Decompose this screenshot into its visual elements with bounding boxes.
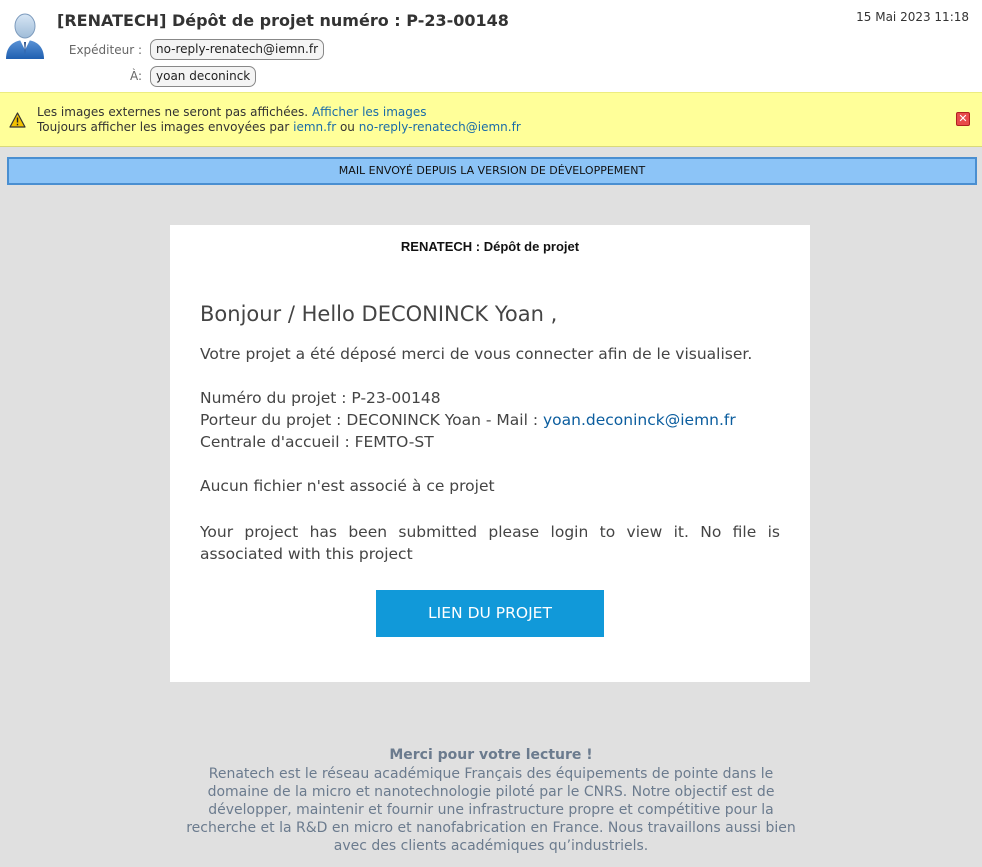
show-images-link[interactable]: Afficher les images — [312, 105, 427, 119]
warning-text: Les images externes ne seront pas affich… — [37, 105, 309, 119]
always-show-text: Toujours afficher les images envoyées pa… — [37, 120, 290, 134]
owner-email-link[interactable]: yoan.deconinck@iemn.fr — [543, 411, 736, 429]
owner-text: Porteur du projet : DECONINCK Yoan - Mai… — [200, 411, 543, 429]
project-link-button[interactable]: LIEN DU PROJET — [376, 590, 604, 637]
message-date: 15 Mai 2023 11:18 — [856, 10, 969, 24]
email-card: RENATECH : Dépôt de projet Bonjour / Hel… — [170, 225, 810, 682]
message-header: [RENATECH] Dépôt de projet numéro : P-23… — [0, 0, 982, 92]
footer-text: Renatech est le réseau académique França… — [186, 766, 796, 854]
sender-address-chip[interactable]: no-reply-renatech@iemn.fr — [150, 39, 325, 60]
footer-title: Merci pour votre lecture ! — [389, 747, 593, 763]
dev-version-banner: MAIL ENVOYÉ DEPUIS LA VERSION DE DÉVELOP… — [7, 157, 977, 185]
warning-line-1: Les images externes ne seront pas affich… — [37, 105, 427, 119]
or-text: ou — [339, 120, 355, 134]
project-owner: Porteur du projet : DECONINCK Yoan - Mai… — [200, 411, 736, 429]
warning-line-2: Toujours afficher les images envoyées pa… — [37, 120, 521, 134]
always-show-sender-link[interactable]: no-reply-renatech@iemn.fr — [359, 120, 521, 134]
to-label: À: — [129, 69, 142, 83]
remote-images-warning-bar: Les images externes ne seront pas affich… — [0, 92, 982, 147]
intro-text: Votre projet a été déposé merci de vous … — [200, 345, 753, 363]
warning-icon — [9, 112, 26, 128]
close-icon[interactable]: ✕ — [956, 112, 970, 126]
always-show-domain-link[interactable]: iemn.fr — [293, 120, 336, 134]
host-centrale: Centrale d'accueil : FEMTO-ST — [200, 433, 434, 451]
project-number: Numéro du projet : P-23-00148 — [200, 389, 441, 407]
recipient-chip[interactable]: yoan deconinck — [150, 66, 257, 87]
english-text: Your project has been submitted please l… — [200, 523, 780, 563]
card-title: RENATECH : Dépôt de projet — [400, 239, 580, 254]
no-file-text: Aucun fichier n'est associé à ce projet — [200, 477, 495, 495]
from-label: Expéditeur : — [68, 43, 142, 57]
message-subject: [RENATECH] Dépôt de projet numéro : P-23… — [57, 11, 509, 30]
greeting: Bonjour / Hello DECONINCK Yoan , — [200, 302, 558, 326]
